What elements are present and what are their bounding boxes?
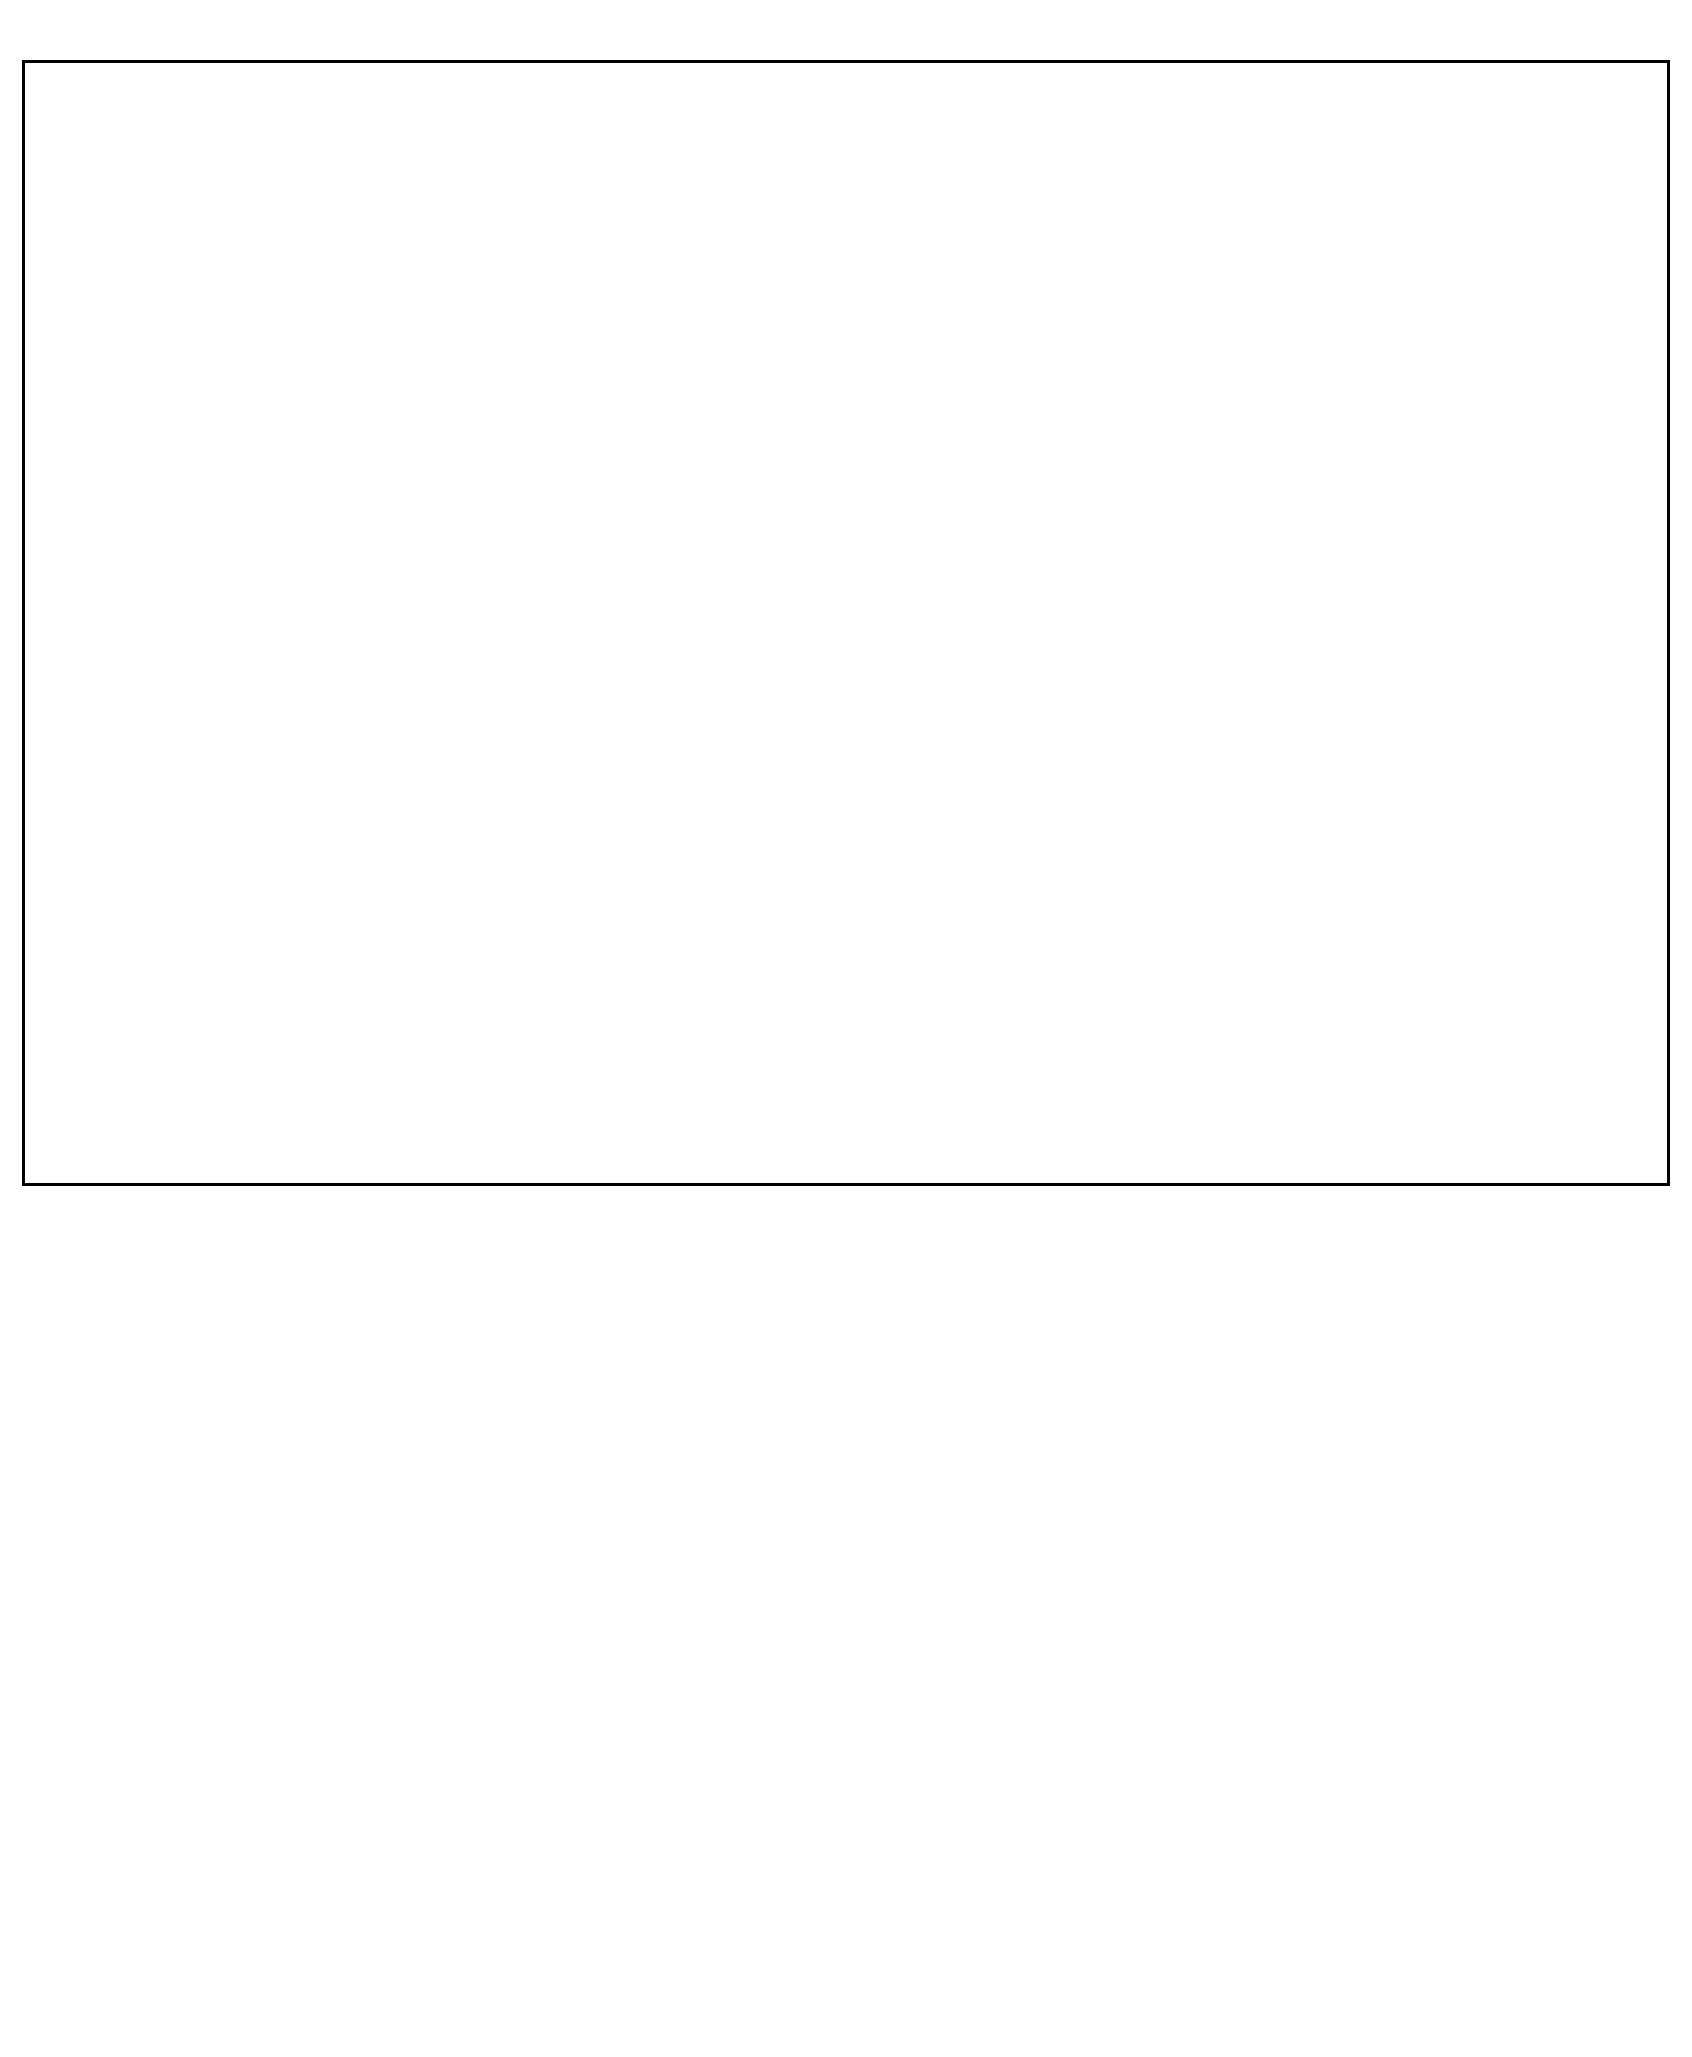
block3-line-2 [51,857,1641,877]
page [0,0,1692,1208]
block2-line-3 [51,663,1641,683]
block2-line-4 [51,705,1641,725]
block2-line-1 [51,579,1641,599]
block4-line-2 [51,1051,1641,1071]
block4-line-3 [51,1093,1641,1113]
brace-open-where [51,385,1641,405]
block4-comment [51,967,1641,987]
block0-comment [51,217,1641,237]
brace-close [51,301,1641,321]
where-keyword [51,343,1641,363]
block2-comment [51,537,1641,557]
bind-line [51,469,1641,489]
block3-comment [51,773,1641,793]
block4-line-1 [51,1009,1641,1029]
brace-open [51,175,1641,195]
block1-comment [51,427,1641,447]
block3-line-3 [51,899,1641,919]
block4-line-4 [51,1135,1641,1155]
block2-line-2 [51,621,1641,641]
sparql-code-box [22,60,1670,1186]
block0-triple [51,259,1641,279]
query-title-comment [51,91,1641,111]
block3-line-1 [51,815,1641,835]
construct-keyword [51,133,1641,153]
